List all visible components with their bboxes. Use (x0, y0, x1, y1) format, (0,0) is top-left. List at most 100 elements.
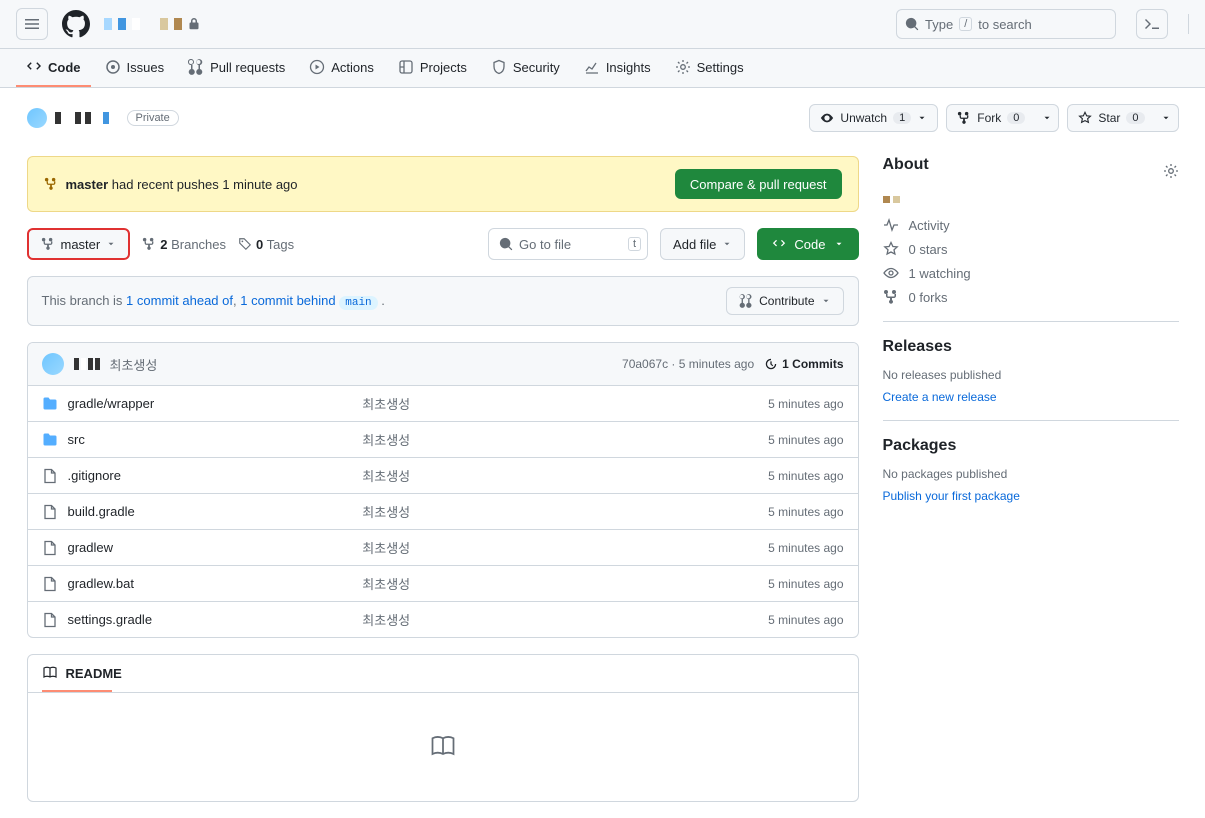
file-name-cell[interactable]: gradlew.bat (42, 576, 363, 592)
releases-section: Releases No releases published Create a … (883, 338, 1179, 421)
search-placeholder-b: to search (978, 17, 1031, 32)
commits-link[interactable]: 1 Commits (764, 357, 843, 371)
fork-dropdown[interactable] (1035, 104, 1059, 132)
chevron-down-icon (917, 113, 927, 123)
tag-icon (238, 237, 252, 251)
about-description (883, 196, 1179, 203)
file-row[interactable]: gradlew최초생성5 minutes ago (28, 530, 858, 566)
readme-tab[interactable]: README (28, 655, 858, 691)
releases-heading: Releases (883, 338, 1179, 356)
commit-message[interactable]: 최초생성 (110, 355, 158, 374)
file-name-cell[interactable]: build.gradle (42, 504, 363, 520)
file-row[interactable]: .gitignore최초생성5 minutes ago (28, 458, 858, 494)
forks-link[interactable]: 0 forks (883, 289, 1179, 305)
folder-icon (42, 396, 58, 412)
owner-avatar[interactable] (27, 108, 47, 128)
file-name-cell[interactable]: .gitignore (42, 468, 363, 484)
recent-push-banner: master had recent pushes 1 minute ago Co… (27, 156, 859, 212)
file-commit-cell[interactable]: 최초생성 (362, 610, 703, 629)
star-icon (883, 241, 899, 257)
branch-icon (44, 177, 58, 191)
stars-link[interactable]: 0 stars (883, 241, 1179, 257)
file-commit-cell[interactable]: 최초생성 (362, 430, 703, 449)
repo-nav: Code Issues Pull requests Actions Projec… (0, 49, 1205, 88)
command-palette-button[interactable] (1136, 9, 1168, 39)
file-commit-cell[interactable]: 최초생성 (362, 466, 703, 485)
shield-icon (491, 59, 507, 75)
visibility-badge: Private (127, 110, 179, 126)
contribute-button[interactable]: Contribute (726, 287, 843, 315)
packages-heading: Packages (883, 437, 1179, 455)
file-name-cell[interactable]: settings.gradle (42, 612, 363, 628)
add-file-button[interactable]: Add file (660, 228, 745, 260)
hamburger-icon (24, 16, 40, 32)
chevron-down-icon (821, 296, 831, 306)
file-name-cell[interactable]: gradle/wrapper (42, 396, 363, 412)
compare-pull-request-button[interactable]: Compare & pull request (675, 169, 842, 199)
file-icon (42, 540, 58, 556)
tab-code[interactable]: Code (16, 49, 91, 87)
file-commit-cell[interactable]: 최초생성 (362, 502, 703, 521)
branch-selector[interactable]: master (27, 228, 131, 260)
commit-author[interactable] (74, 358, 100, 370)
graph-icon (584, 59, 600, 75)
terminal-icon (1144, 16, 1160, 32)
star-button[interactable]: Star 0 (1067, 104, 1155, 132)
file-row[interactable]: gradlew.bat최초생성5 minutes ago (28, 566, 858, 602)
tab-insights[interactable]: Insights (574, 49, 661, 87)
file-commit-cell[interactable]: 최초생성 (362, 394, 703, 413)
file-name-cell[interactable]: src (42, 432, 363, 448)
github-logo[interactable] (60, 8, 92, 40)
commit-author-avatar[interactable] (42, 353, 64, 375)
fork-button[interactable]: Fork 0 (946, 104, 1036, 132)
menu-button[interactable] (16, 8, 48, 40)
main-content: master had recent pushes 1 minute ago Co… (27, 156, 859, 802)
file-row[interactable]: src최초생성5 minutes ago (28, 422, 858, 458)
tab-pull-requests[interactable]: Pull requests (178, 49, 295, 87)
code-dropdown-button[interactable]: Code (757, 228, 858, 260)
tab-projects[interactable]: Projects (388, 49, 477, 87)
about-heading: About (883, 156, 929, 174)
eye-icon (883, 265, 899, 281)
tab-settings[interactable]: Settings (665, 49, 754, 87)
commit-sha[interactable]: 70a067c · 5 minutes ago (622, 357, 754, 371)
file-row[interactable]: gradle/wrapper최초생성5 minutes ago (28, 386, 858, 422)
branches-link[interactable]: 2 Branches (142, 237, 226, 252)
chevron-down-icon (722, 239, 732, 249)
search-icon (499, 237, 513, 251)
divider (1188, 14, 1189, 34)
go-to-file-input[interactable]: Go to file t (488, 228, 648, 260)
behind-link[interactable]: 1 commit behind (240, 293, 335, 308)
file-commit-cell[interactable]: 최초생성 (362, 574, 703, 593)
ahead-link[interactable]: 1 commit ahead of (126, 293, 233, 308)
fork-icon (957, 111, 971, 125)
create-release-link[interactable]: Create a new release (883, 390, 997, 404)
global-search[interactable]: Type / to search (896, 9, 1116, 39)
file-time-cell: 5 minutes ago (704, 469, 844, 483)
pull-request-icon (739, 294, 753, 308)
publish-package-link[interactable]: Publish your first package (883, 489, 1020, 503)
file-row[interactable]: build.gradle최초생성5 minutes ago (28, 494, 858, 530)
file-name-cell[interactable]: gradlew (42, 540, 363, 556)
tab-issues[interactable]: Issues (95, 49, 175, 87)
lock-icon (188, 18, 200, 30)
repo-name[interactable] (55, 112, 119, 124)
activity-link[interactable]: Activity (883, 217, 1179, 233)
watching-link[interactable]: 1 watching (883, 265, 1179, 281)
unwatch-button[interactable]: Unwatch 1 (809, 104, 938, 132)
main-branch-pill[interactable]: main (339, 296, 377, 310)
chevron-down-icon (834, 239, 844, 249)
tab-actions[interactable]: Actions (299, 49, 384, 87)
file-icon (42, 468, 58, 484)
file-commit-cell[interactable]: 최초생성 (362, 538, 703, 557)
file-row[interactable]: settings.gradle최초생성5 minutes ago (28, 602, 858, 637)
star-dropdown[interactable] (1155, 104, 1179, 132)
repo-breadcrumb[interactable] (104, 18, 200, 30)
history-icon (764, 357, 778, 371)
tags-link[interactable]: 0 Tags (238, 237, 294, 252)
gear-icon[interactable] (1163, 163, 1179, 179)
file-icon (42, 612, 58, 628)
tab-security[interactable]: Security (481, 49, 570, 87)
file-icon (42, 504, 58, 520)
repo-actions: Unwatch 1 Fork 0 Star 0 (809, 104, 1178, 132)
